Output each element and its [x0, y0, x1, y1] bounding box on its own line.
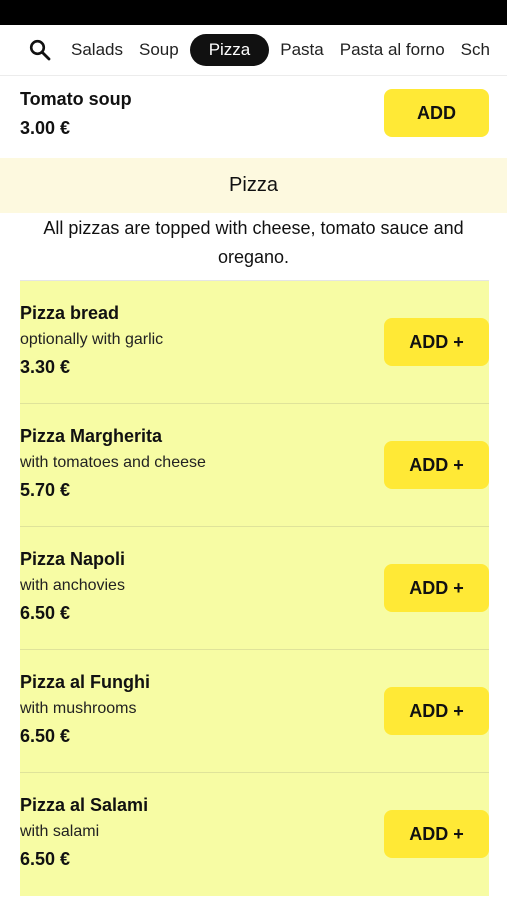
menu-item: Pizza al Salami with salami 6.50 € ADD +	[20, 773, 489, 896]
item-name: Tomato soup	[20, 89, 132, 109]
search-icon	[29, 39, 51, 61]
tab-pasta-al-forno[interactable]: Pasta al forno	[332, 34, 453, 66]
menu-item: Pizza al Funghi with mushrooms 6.50 € AD…	[20, 650, 489, 773]
item-name: Pizza Napoli	[20, 549, 126, 569]
add-plus-button[interactable]: ADD +	[384, 318, 489, 366]
add-plus-button[interactable]: ADD +	[384, 810, 489, 858]
tab-salads[interactable]: Salads	[63, 34, 131, 66]
search-button[interactable]	[27, 37, 53, 63]
item-description: with mushrooms	[20, 700, 137, 717]
status-bar	[0, 0, 507, 25]
item-name: Pizza Margherita	[20, 426, 163, 446]
item-price: 5.70 €	[20, 480, 71, 500]
item-price: 3.00 €	[20, 118, 71, 138]
menu-item-tomato-soup: Tomato soup 3.00 € ADD	[0, 85, 507, 158]
menu-item: Pizza Napoli with anchovies 6.50 € ADD +	[20, 527, 489, 650]
item-price: 6.50 €	[20, 603, 71, 623]
tab-pizza[interactable]: Pizza	[189, 34, 270, 66]
tab-sch[interactable]: Sch	[453, 34, 498, 66]
item-name: Pizza al Funghi	[20, 672, 151, 692]
tab-pasta[interactable]: Pasta	[272, 34, 331, 66]
tab-soup[interactable]: Soup	[131, 34, 187, 66]
category-nav: Salads Soup Pizza Pasta Pasta al forno S…	[0, 25, 507, 76]
section-description: All pizzas are topped with cheese, tomat…	[0, 214, 507, 280]
menu-item: Pizza bread optionally with garlic 3.30 …	[20, 281, 489, 404]
item-price: 6.50 €	[20, 849, 71, 869]
item-name: Pizza al Salami	[20, 795, 149, 815]
item-price: 6.50 €	[20, 726, 71, 746]
item-description: optionally with garlic	[20, 331, 164, 348]
section-title: Pizza	[229, 174, 278, 196]
pizza-list: Pizza bread optionally with garlic 3.30 …	[20, 281, 489, 896]
item-name: Pizza bread	[20, 303, 120, 323]
item-price: 3.30 €	[20, 357, 71, 377]
add-plus-button[interactable]: ADD +	[384, 564, 489, 612]
add-plus-button[interactable]: ADD +	[384, 687, 489, 735]
item-description: with anchovies	[20, 577, 125, 594]
menu-item: Pizza Margherita with tomatoes and chees…	[20, 404, 489, 527]
item-description: with salami	[20, 823, 100, 840]
section-header: Pizza	[0, 158, 507, 213]
section-note-text: All pizzas are topped with cheese, tomat…	[43, 218, 464, 267]
add-plus-button[interactable]: ADD +	[384, 441, 489, 489]
item-description: with tomatoes and cheese	[20, 454, 206, 471]
add-button[interactable]: ADD	[384, 89, 489, 137]
